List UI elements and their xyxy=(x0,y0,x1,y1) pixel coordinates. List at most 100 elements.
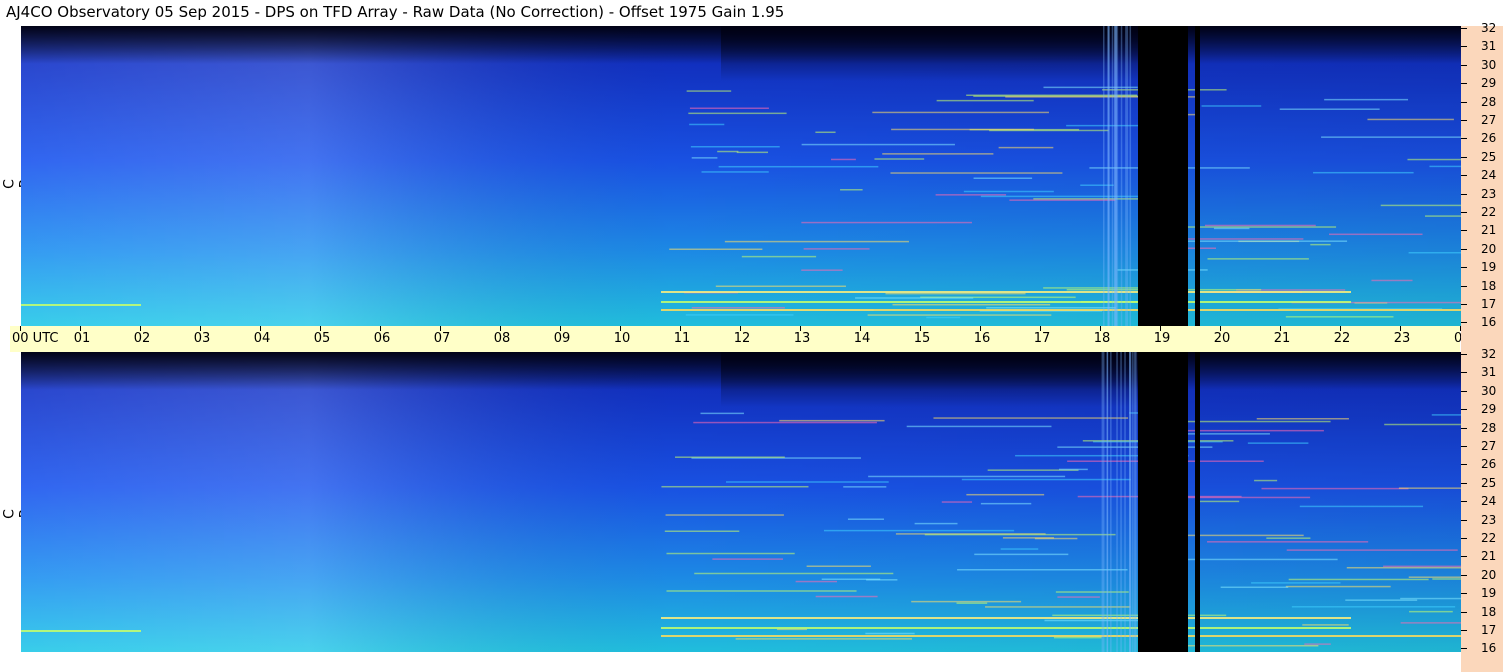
time-tick-label: 18 xyxy=(1093,331,1111,346)
frequency-tick xyxy=(1461,519,1467,521)
spectrogram-image xyxy=(21,26,1461,326)
frequency-tick xyxy=(1461,372,1467,374)
time-tick-mark xyxy=(140,326,141,331)
frequency-label: 30 xyxy=(1481,383,1497,398)
frequency-tick xyxy=(1461,574,1467,576)
time-tick-label: 09 xyxy=(553,331,571,346)
time-tick-label: 02 xyxy=(133,331,151,346)
time-tick-mark xyxy=(80,326,81,331)
frequency-tick xyxy=(1461,101,1467,103)
frequency-tick xyxy=(1461,593,1467,595)
frequency-tick xyxy=(1461,630,1467,631)
time-tick-mark xyxy=(1280,326,1281,331)
time-tick-label: 08 xyxy=(493,331,511,346)
time-tick-mark xyxy=(1220,326,1221,331)
frequency-label: 23 xyxy=(1481,512,1497,527)
frequency-tick xyxy=(1461,390,1467,392)
frequency-label: 19 xyxy=(1481,260,1497,275)
frequency-label: 16 xyxy=(1481,641,1497,656)
time-tick-label: 22 xyxy=(1333,331,1351,346)
frequency-label: 19 xyxy=(1481,586,1497,601)
frequency-label: 17 xyxy=(1481,297,1497,311)
time-tick-label: 13 xyxy=(793,331,811,346)
frequency-tick xyxy=(1461,285,1467,287)
frequency-tick xyxy=(1461,304,1467,305)
frequency-tick xyxy=(1461,648,1467,650)
frequency-label: 24 xyxy=(1481,168,1497,183)
frequency-tick xyxy=(1461,464,1467,466)
time-tick-label: 17 xyxy=(1033,331,1051,346)
frequency-label: 26 xyxy=(1481,131,1497,146)
time-tick-label: 20 xyxy=(1213,331,1231,346)
frequency-tick xyxy=(1461,248,1467,250)
frequency-tick xyxy=(1461,230,1467,232)
frequency-label: 31 xyxy=(1481,39,1497,54)
frequency-tick xyxy=(1461,322,1467,324)
time-tick-mark xyxy=(1160,326,1161,331)
frequency-tick xyxy=(1461,138,1467,140)
frequency-label: 32 xyxy=(1481,347,1497,361)
frequency-label: 18 xyxy=(1481,604,1497,619)
spectrogram-image xyxy=(21,352,1461,652)
frequency-tick xyxy=(1461,538,1467,539)
frequency-tick xyxy=(1461,267,1467,269)
frequency-label: 23 xyxy=(1481,186,1497,201)
time-tick-mark xyxy=(380,326,381,331)
time-tick-mark xyxy=(620,326,621,331)
time-tick-mark xyxy=(200,326,201,331)
frequency-label: 22 xyxy=(1481,205,1497,219)
lcp-spectrogram xyxy=(21,352,1461,652)
frequency-label: 32 xyxy=(1481,21,1497,35)
frequency-tick xyxy=(1461,427,1467,429)
time-tick-mark xyxy=(320,326,321,331)
frequency-label: 16 xyxy=(1481,315,1497,330)
frequency-label: 29 xyxy=(1481,76,1497,91)
time-tick-label: 23 xyxy=(1393,331,1411,346)
frequency-tick xyxy=(1461,64,1467,66)
time-tick-mark xyxy=(1400,326,1401,331)
time-tick-label: 07 xyxy=(433,331,451,346)
frequency-tick xyxy=(1461,482,1467,484)
time-tick-mark xyxy=(260,326,261,331)
time-tick-mark xyxy=(980,326,981,331)
frequency-tick xyxy=(1461,175,1467,177)
time-tick-label: 04 xyxy=(253,331,271,346)
time-tick-label: 05 xyxy=(313,331,331,346)
time-tick-label: 16 xyxy=(973,331,991,346)
time-tick-mark xyxy=(920,326,921,331)
rcp-spectrogram xyxy=(21,26,1461,326)
rcp-label: R C P xyxy=(0,179,34,189)
frequency-tick xyxy=(1461,156,1467,158)
frequency-label: 25 xyxy=(1481,475,1497,490)
frequency-label: 22 xyxy=(1481,531,1497,545)
time-tick-label: 15 xyxy=(913,331,931,346)
time-tick-mark xyxy=(1040,326,1041,331)
frequency-label: 28 xyxy=(1481,94,1497,109)
time-tick-mark xyxy=(1340,326,1341,331)
time-tick-label: 00 UTC xyxy=(12,331,59,346)
time-tick-mark xyxy=(20,326,21,331)
frequency-label: 20 xyxy=(1481,241,1497,256)
time-tick-label: 14 xyxy=(853,331,871,346)
time-tick-mark xyxy=(500,326,501,331)
frequency-label: 26 xyxy=(1481,457,1497,472)
time-tick-label: 19 xyxy=(1153,331,1171,346)
frequency-tick xyxy=(1461,501,1467,503)
frequency-label: 30 xyxy=(1481,57,1497,72)
time-tick-label: 10 xyxy=(613,331,631,346)
frequency-tick xyxy=(1461,120,1467,121)
time-tick-mark xyxy=(860,326,861,331)
frequency-label: 17 xyxy=(1481,623,1497,637)
page-title: AJ4CO Observatory 05 Sep 2015 - DPS on T… xyxy=(6,3,785,21)
time-tick-mark xyxy=(800,326,801,331)
time-tick-mark xyxy=(560,326,561,331)
time-tick-label: 06 xyxy=(373,331,391,346)
frequency-label: 18 xyxy=(1481,278,1497,293)
time-tick-label: 01 xyxy=(73,331,91,346)
frequency-tick xyxy=(1461,193,1467,195)
time-tick-label: 11 xyxy=(673,331,691,346)
frequency-tick xyxy=(1461,409,1467,411)
frequency-tick xyxy=(1461,611,1467,613)
frequency-tick xyxy=(1461,446,1467,447)
time-tick-mark xyxy=(1100,326,1101,331)
